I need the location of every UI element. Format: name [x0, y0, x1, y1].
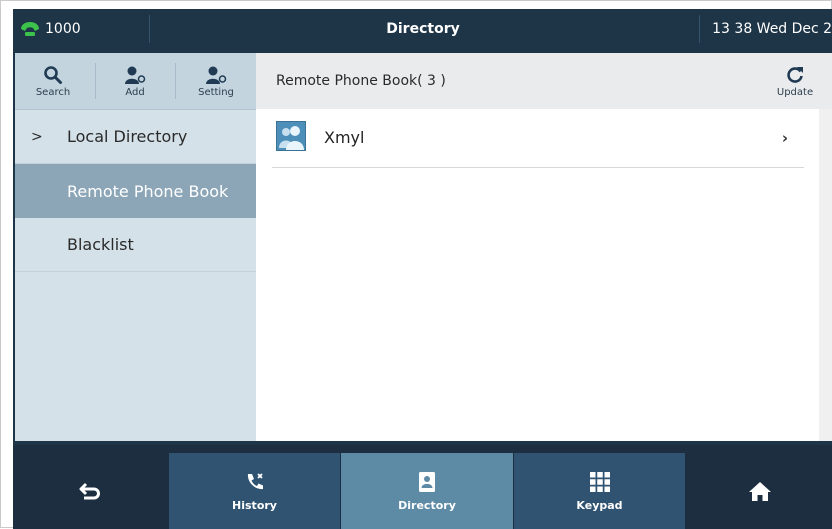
search-label: Search [35, 86, 71, 98]
search-button[interactable]: Search [21, 53, 85, 109]
contact-row[interactable]: Xmyl › [272, 109, 804, 168]
phone-frame: 1000 Directory 13 38 Wed Dec 22 Search A… [0, 0, 832, 529]
page-title: Directory [386, 21, 460, 37]
toolbar-divider [95, 63, 96, 99]
menu-item-local-directory[interactable]: > Local Directory [15, 110, 256, 164]
datetime: 13 38 Wed Dec 22 [712, 21, 832, 37]
update-button[interactable]: Update [765, 53, 825, 109]
sidebar-toolbar: Search Add Setting [15, 53, 256, 110]
status-divider [699, 15, 700, 43]
scrollbar[interactable] [819, 109, 832, 441]
toolbar-divider [175, 63, 176, 99]
contact-list: Xmyl › [256, 109, 832, 441]
setting-button[interactable]: Setting [183, 53, 249, 109]
home-button[interactable] [687, 453, 832, 529]
chevron-right-icon: > [31, 128, 43, 145]
home-icon [749, 482, 771, 501]
back-button[interactable] [13, 453, 167, 529]
update-label: Update [776, 86, 814, 98]
search-icon [44, 65, 62, 84]
back-arrow-icon [79, 482, 100, 500]
menu-item-blacklist[interactable]: Blacklist [15, 218, 256, 272]
history-call-icon [247, 472, 263, 489]
menu-item-label: Remote Phone Book [67, 181, 229, 201]
refresh-icon [787, 66, 803, 83]
tab-directory[interactable]: Directory [341, 453, 513, 529]
setting-label: Setting [198, 86, 234, 98]
menu-item-remote-phone-book[interactable]: Remote Phone Book [15, 164, 256, 218]
bottom-bar: History Directory Keypad [13, 445, 832, 529]
tab-keypad-label: Keypad [576, 498, 623, 512]
menu-item-label: Local Directory [67, 127, 188, 146]
contact-name: Xmyl [324, 128, 365, 147]
contact-setting-icon [206, 66, 227, 84]
tab-history-label: History [232, 498, 277, 512]
tab-keypad[interactable]: Keypad [514, 453, 685, 529]
sidebar: Search Add Setting > Local Directory Rem… [15, 53, 256, 441]
add-label: Add [125, 86, 145, 98]
phone-screen: 1000 Directory 13 38 Wed Dec 22 Search A… [13, 9, 832, 529]
keypad-grid-icon [589, 471, 610, 492]
tab-history[interactable]: History [169, 453, 340, 529]
add-contact-icon [125, 66, 146, 84]
tab-directory-label: Directory [398, 498, 456, 512]
chevron-right-icon: › [781, 129, 788, 147]
main-header: Remote Phone Book( 3 ) Update [256, 53, 832, 110]
phone-book-title: Remote Phone Book( 3 ) [276, 73, 446, 89]
status-bar: 1000 Directory 13 38 Wed Dec 22 [13, 9, 832, 49]
contact-group-avatar-icon [276, 121, 306, 151]
menu-item-label: Blacklist [67, 235, 134, 254]
directory-book-icon [419, 471, 435, 492]
main-panel: Remote Phone Book( 3 ) Update Xmyl › [256, 53, 832, 441]
add-button[interactable]: Add [103, 53, 167, 109]
